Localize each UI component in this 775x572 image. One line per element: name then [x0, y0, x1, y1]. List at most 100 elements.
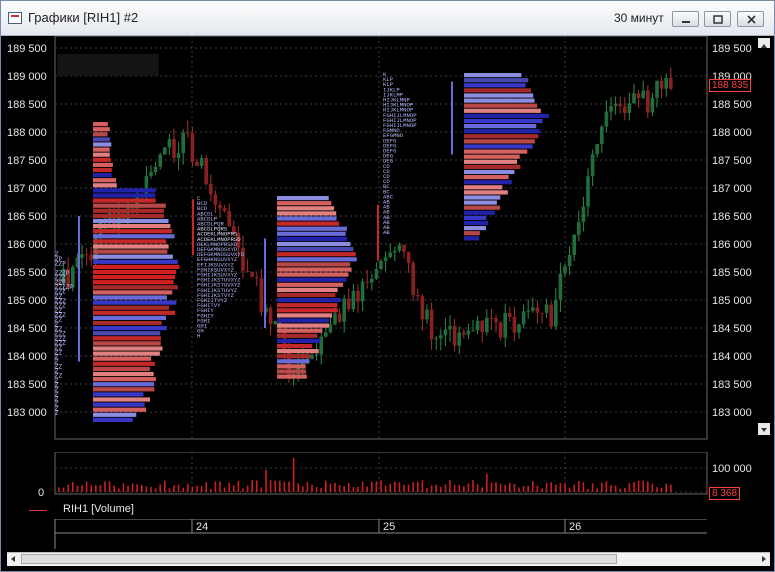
volume-bar	[518, 487, 520, 492]
candle-body	[411, 262, 415, 296]
candle-body	[397, 244, 402, 251]
profile-23-bar	[93, 213, 165, 218]
candle-body	[314, 354, 319, 356]
price-chart-svg[interactable]: 189 500 189 500189 000 189 000188 500 188 5…	[7, 36, 770, 446]
horizontal-scrollbar[interactable]	[7, 552, 770, 566]
volume-bar	[440, 486, 442, 492]
volume-bar	[495, 482, 497, 492]
price-tick-label-right: 185 000	[712, 295, 752, 307]
volume-bar	[274, 480, 276, 492]
profile-25-bar	[464, 73, 522, 78]
volume-bar	[412, 482, 414, 492]
price-chart-pane[interactable]: 189 500 189 500 189 000 189 000 188 500 188 5…	[7, 36, 770, 446]
profile-25-bar	[464, 180, 512, 185]
profile-23-bar	[93, 234, 175, 239]
profile-24-bar	[277, 257, 357, 262]
scroll-up-button[interactable]	[758, 38, 770, 48]
empty-info-box	[57, 54, 159, 76]
volume-bar	[352, 487, 355, 492]
profile-23-bar	[93, 239, 166, 244]
candle-body	[526, 310, 530, 312]
volume-bar	[444, 484, 447, 492]
time-axis[interactable]: 24 25 26	[7, 519, 770, 551]
profile-23-bar	[93, 122, 108, 127]
candle-body	[641, 90, 645, 98]
profile-23-bar	[93, 326, 167, 331]
timeframe-label[interactable]: 30 минут	[614, 11, 664, 25]
profile-23-bar	[93, 147, 110, 152]
candle-body	[199, 158, 204, 166]
volume-bar	[522, 486, 525, 492]
profile-25-bar	[464, 108, 541, 113]
volume-bar	[467, 483, 470, 492]
volume-bar	[357, 486, 359, 492]
volume-chart-svg[interactable]: 0 100 000	[7, 452, 770, 500]
profile-24-bar	[277, 247, 354, 252]
volume-bar	[361, 481, 364, 492]
maximize-button[interactable]	[704, 11, 731, 27]
profile-24-bar	[277, 201, 332, 206]
volume-bar	[490, 482, 493, 492]
scrollbar-thumb[interactable]	[21, 554, 617, 564]
current-price-label: 188 835	[709, 79, 752, 92]
volume-bar	[651, 483, 654, 492]
profile-25-bar	[464, 205, 500, 210]
candle-body	[186, 132, 190, 134]
profile-23-bar	[93, 157, 111, 162]
candle-body	[590, 154, 595, 177]
price-tick-label-left: 184 000	[7, 351, 47, 363]
volume-bar	[665, 483, 667, 492]
profile-24-bar	[277, 374, 307, 379]
volume-bar	[237, 480, 240, 492]
candle-body	[623, 106, 627, 113]
profile-23-bar	[93, 356, 152, 361]
candle-body	[646, 90, 650, 113]
profile-23-bar	[93, 351, 160, 356]
volume-bar	[435, 484, 437, 492]
candle-body	[393, 250, 397, 253]
volume-bar	[191, 486, 194, 492]
title-bar[interactable]: Графики [RIH1] #2 30 минут	[1, 1, 774, 36]
candle-body	[167, 139, 172, 148]
volume-bar	[458, 484, 460, 492]
volume-bar	[660, 487, 663, 492]
arrow-right-icon[interactable]	[759, 554, 769, 564]
profile-25-bar	[464, 88, 531, 93]
profile-23-bar	[93, 173, 112, 178]
volume-bar	[292, 458, 295, 492]
profile-24-bar	[277, 267, 352, 272]
volume-pane[interactable]: 0 100 000	[7, 452, 770, 500]
profile-23-bar	[93, 188, 156, 193]
tpo-row-col-25: AB	[383, 229, 390, 236]
volume-bar	[499, 483, 502, 492]
volume-bar	[279, 480, 281, 492]
minimize-button[interactable]	[672, 11, 699, 27]
profile-23-bar	[93, 254, 173, 259]
profile-23-bar	[93, 275, 175, 280]
candle-body	[494, 317, 498, 323]
candle-body	[586, 176, 590, 207]
profile-24-bar	[277, 252, 356, 257]
profile-23-bar	[93, 259, 178, 264]
candle-body	[388, 252, 392, 258]
volume-bar	[72, 482, 74, 492]
profile-24-bar	[277, 333, 318, 338]
close-button[interactable]	[737, 11, 764, 27]
volume-bar	[343, 486, 345, 492]
profile-23-bar	[93, 315, 167, 320]
time-axis-label: 26	[569, 521, 581, 533]
profile-23-bar	[93, 341, 161, 346]
volume-bar	[564, 483, 566, 492]
profile-24-bar	[277, 364, 306, 369]
volume-bar	[288, 481, 290, 492]
volume-bar	[90, 485, 92, 492]
price-tick-label-left: 189 500	[7, 43, 47, 55]
arrow-left-icon[interactable]	[8, 554, 18, 564]
candle-body	[190, 133, 195, 162]
candle-body	[360, 281, 365, 302]
volume-bar	[210, 488, 212, 492]
scroll-down-button[interactable]	[758, 423, 770, 435]
volume-bar	[389, 483, 391, 492]
profile-23-bar	[93, 249, 168, 254]
profile-23-bar	[93, 290, 173, 295]
